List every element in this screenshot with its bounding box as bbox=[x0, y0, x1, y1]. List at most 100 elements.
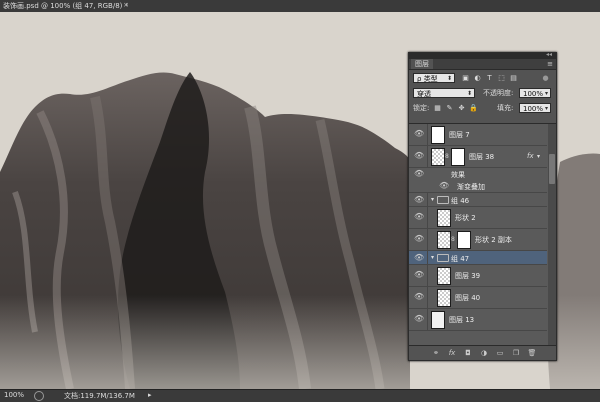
close-document-icon[interactable]: × bbox=[123, 1, 129, 9]
effects-row[interactable]: 👁 效果 bbox=[409, 168, 547, 180]
smart-object-filter-icon[interactable]: ▤ bbox=[509, 74, 518, 82]
expand-group-icon[interactable]: ▾ bbox=[431, 254, 434, 261]
chevron-down-icon: ⬍ bbox=[446, 75, 452, 82]
opacity-value: 100% bbox=[523, 90, 544, 98]
blend-mode-value: 穿透 bbox=[417, 90, 431, 98]
eye-column-divider bbox=[427, 287, 428, 308]
adjustment-icon[interactable]: ◑ bbox=[479, 348, 489, 358]
status-bar: 100% 文档:119.7M/136.7M ▸ bbox=[0, 389, 600, 402]
trash-icon[interactable]: 🗑 bbox=[527, 348, 537, 358]
eye-icon[interactable]: 👁 bbox=[414, 270, 424, 279]
mask-thumbnail bbox=[457, 231, 471, 249]
folder-icon bbox=[437, 196, 449, 204]
fx-icon[interactable]: fx bbox=[527, 152, 534, 160]
layer-name[interactable]: 图层 13 bbox=[449, 315, 474, 325]
chevron-down-icon: ▾ bbox=[544, 105, 548, 112]
eye-column-divider bbox=[427, 124, 428, 145]
zoom-level[interactable]: 100% bbox=[4, 391, 24, 399]
link-layers-icon[interactable]: ⚭ bbox=[431, 348, 441, 358]
adjustment-filter-icon[interactable]: ◐ bbox=[473, 74, 482, 82]
eye-icon[interactable]: 👁 bbox=[414, 253, 424, 262]
layer-list: 👁 图层 7 👁 8 图层 38 fx ▾ 👁 效果 👁 渐变叠加 � bbox=[409, 123, 556, 347]
effect-item-row[interactable]: 👁 渐变叠加 bbox=[409, 180, 547, 193]
group-name[interactable]: 组 47 bbox=[451, 254, 469, 264]
layer-row[interactable]: 👁 图层 39 bbox=[409, 265, 547, 287]
fill-field[interactable]: 100% ▾ bbox=[519, 103, 551, 113]
blend-mode-dropdown[interactable]: 穿透 ⬍ bbox=[413, 88, 475, 98]
layer-name[interactable]: 图层 39 bbox=[455, 271, 480, 281]
eye-icon[interactable]: 👁 bbox=[414, 129, 424, 138]
panel-menu-icon[interactable]: ≡ bbox=[547, 60, 553, 68]
add-mask-icon[interactable]: ◘ bbox=[463, 348, 473, 358]
eye-icon[interactable]: 👁 bbox=[414, 292, 424, 301]
layer-row[interactable]: 👁 图层 13 bbox=[409, 309, 547, 331]
pixel-filter-icon[interactable]: ▣ bbox=[461, 74, 470, 82]
layer-thumbnail bbox=[437, 209, 451, 227]
chevron-down-icon: ⬍ bbox=[466, 90, 472, 97]
group-row[interactable]: 👁 ▾ 组 46 bbox=[409, 193, 547, 207]
type-filter-icon[interactable]: T bbox=[485, 74, 494, 82]
panel-tab-bar: 图层 ≡ bbox=[409, 59, 556, 70]
layer-name[interactable]: 形状 2 bbox=[455, 213, 476, 223]
folder-icon bbox=[437, 254, 449, 262]
eye-column-divider bbox=[427, 193, 428, 206]
layer-name[interactable]: 图层 7 bbox=[449, 130, 470, 140]
new-group-icon[interactable]: ▭ bbox=[495, 348, 505, 358]
layer-thumbnail bbox=[437, 267, 451, 285]
layer-name[interactable]: 图层 40 bbox=[455, 293, 480, 303]
layer-thumbnail bbox=[437, 231, 451, 249]
chevron-down-icon: ▾ bbox=[544, 90, 548, 97]
eye-icon[interactable]: 👁 bbox=[414, 314, 424, 323]
layer-thumbnail bbox=[437, 289, 451, 307]
layer-name[interactable]: 图层 38 bbox=[469, 152, 494, 162]
lock-label: 锁定: bbox=[413, 104, 430, 112]
group-row-selected[interactable]: 👁 ▾ 组 47 bbox=[409, 251, 547, 265]
status-info-icon[interactable] bbox=[34, 391, 44, 401]
layer-row[interactable]: 👁 形状 2 bbox=[409, 207, 547, 229]
lock-position-icon[interactable]: ✥ bbox=[457, 104, 466, 112]
status-menu-arrow[interactable]: ▸ bbox=[148, 391, 152, 399]
layer-row[interactable]: 👁 图层 7 bbox=[409, 124, 547, 146]
filter-type-dropdown[interactable]: ρ 类型 ⬍ bbox=[413, 73, 455, 83]
tab-layers[interactable]: 图层 bbox=[411, 59, 433, 69]
eye-icon[interactable]: 👁 bbox=[414, 151, 424, 160]
fill-label: 填充: bbox=[497, 104, 514, 112]
layer-row[interactable]: 👁 8 形状 2 副本 bbox=[409, 229, 547, 251]
opacity-label: 不透明度: bbox=[483, 89, 514, 97]
eye-icon[interactable]: 👁 bbox=[414, 234, 424, 243]
chain-link-icon[interactable]: 8 bbox=[445, 153, 449, 160]
eye-column-divider bbox=[427, 309, 428, 330]
lock-image-icon[interactable]: ✎ bbox=[445, 104, 454, 112]
layer-row[interactable]: 👁 8 图层 38 fx ▾ bbox=[409, 146, 547, 168]
layer-list-scrollbar[interactable] bbox=[548, 124, 556, 347]
chain-link-icon[interactable]: 8 bbox=[451, 236, 455, 243]
filter-toggle-icon[interactable]: ● bbox=[541, 74, 550, 82]
eye-column-divider bbox=[427, 265, 428, 286]
panel-collapse-icon[interactable]: ◂◂ bbox=[546, 51, 552, 58]
expand-effects-icon[interactable]: ▾ bbox=[537, 153, 540, 160]
eye-icon[interactable]: 👁 bbox=[414, 195, 424, 204]
lock-transparent-icon[interactable]: ▦ bbox=[433, 104, 442, 112]
document-size: 文档:119.7M/136.7M bbox=[64, 392, 135, 400]
eye-icon[interactable]: 👁 bbox=[414, 169, 424, 178]
opacity-field[interactable]: 100% ▾ bbox=[519, 88, 551, 98]
layer-thumbnail bbox=[431, 148, 445, 166]
fill-value: 100% bbox=[523, 105, 544, 113]
layer-thumbnail bbox=[431, 311, 445, 329]
lock-all-icon[interactable]: 🔒 bbox=[469, 104, 478, 112]
shape-filter-icon[interactable]: ⬚ bbox=[497, 74, 506, 82]
eye-icon[interactable]: 👁 bbox=[439, 181, 449, 190]
expand-group-icon[interactable]: ▾ bbox=[431, 196, 434, 203]
document-title: 装饰画.psd @ 100% (组 47, RGB/8) * bbox=[3, 2, 129, 10]
layer-name[interactable]: 形状 2 副本 bbox=[475, 235, 512, 245]
mask-thumbnail bbox=[451, 148, 465, 166]
add-style-icon[interactable]: fx bbox=[447, 348, 457, 358]
layer-row[interactable]: 👁 图层 40 bbox=[409, 287, 547, 309]
filter-row: ρ 类型 ⬍ ▣ ◐ T ⬚ ▤ ● bbox=[409, 70, 556, 85]
eye-column-divider bbox=[427, 207, 428, 228]
new-layer-icon[interactable]: ❐ bbox=[511, 348, 521, 358]
eye-column-divider bbox=[427, 146, 428, 167]
group-name[interactable]: 组 46 bbox=[451, 196, 469, 206]
eye-icon[interactable]: 👁 bbox=[414, 212, 424, 221]
scrollbar-thumb[interactable] bbox=[549, 154, 555, 184]
